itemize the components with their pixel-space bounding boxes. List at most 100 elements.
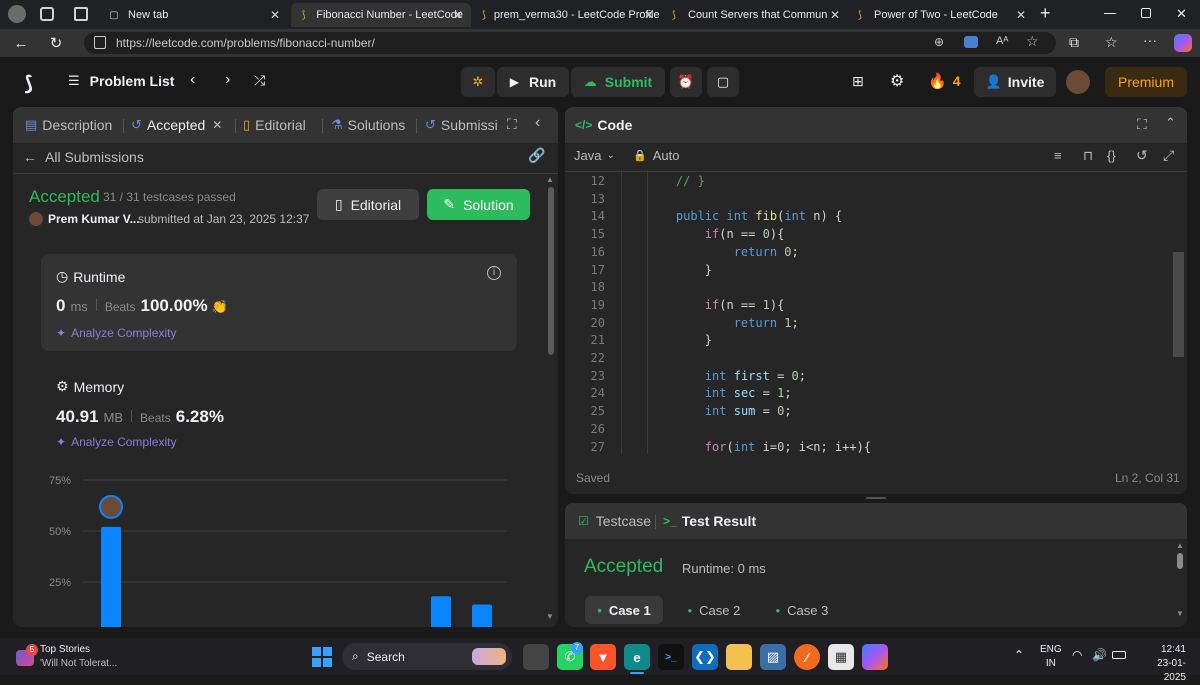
distribution-bar[interactable] bbox=[472, 604, 492, 627]
code-line[interactable]: 15 if(n == 0){ bbox=[565, 227, 1173, 245]
coupon-icon[interactable] bbox=[964, 36, 978, 48]
bookmark-icon[interactable]: ⊓ bbox=[1083, 148, 1093, 164]
leetcode-logo-icon[interactable]: ⟆ bbox=[24, 71, 33, 96]
auto-mode[interactable]: 🔒 Auto bbox=[633, 148, 679, 163]
tab-testcase[interactable]: ☑ Testcase bbox=[578, 513, 651, 529]
terminal-app-icon[interactable]: >_ bbox=[658, 644, 684, 670]
edge-icon[interactable]: e bbox=[624, 644, 650, 670]
debug-button[interactable]: ✲ bbox=[461, 67, 495, 97]
expand-editor-icon[interactable]: ⤢ bbox=[1163, 147, 1174, 164]
workspaces-icon[interactable] bbox=[40, 7, 54, 21]
favorites-icon[interactable]: ☆ bbox=[1105, 34, 1118, 51]
clock[interactable]: 12:41 23-01-2025 bbox=[1136, 643, 1186, 685]
tab-editorial[interactable]: ▯ Editorial bbox=[243, 117, 306, 133]
code-line[interactable]: 16 return 0; bbox=[565, 245, 1173, 263]
shuffle-icon[interactable]: ⤮ bbox=[254, 72, 265, 89]
timer-button[interactable]: ⏰ bbox=[670, 67, 702, 97]
tray-chevron-icon[interactable]: ⌃ bbox=[1014, 648, 1024, 662]
file-explorer-icon[interactable] bbox=[726, 644, 752, 670]
premium-button[interactable]: Premium bbox=[1105, 67, 1187, 97]
editorial-button[interactable]: ▯ Editorial bbox=[317, 189, 419, 220]
editor-scrollbar-thumb[interactable] bbox=[1173, 252, 1184, 357]
scroll-down-icon[interactable]: ▼ bbox=[546, 612, 554, 621]
case-1-button[interactable]: • Case 1 bbox=[585, 596, 663, 624]
battery-icon[interactable] bbox=[1112, 651, 1126, 659]
brave-icon[interactable]: ▼ bbox=[590, 644, 616, 670]
close-icon[interactable]: ✕ bbox=[270, 8, 280, 22]
volume-icon[interactable]: 🔊 bbox=[1092, 648, 1107, 662]
scroll-up-icon[interactable]: ▲ bbox=[1176, 541, 1184, 550]
site-info-icon[interactable] bbox=[94, 36, 106, 49]
result-scrollbar-thumb[interactable] bbox=[1177, 553, 1183, 569]
taskbar-search[interactable]: ⌕ Search bbox=[342, 643, 512, 670]
start-button[interactable] bbox=[312, 647, 332, 667]
copilot-app-icon[interactable] bbox=[862, 644, 888, 670]
more-icon[interactable]: ··· bbox=[1143, 32, 1157, 48]
info-icon[interactable]: i bbox=[487, 266, 501, 280]
tab-count-servers[interactable]: ⟆ Count Servers that Communicate ✕ bbox=[660, 3, 848, 27]
runtime-card[interactable]: ◷ Runtime i 0 ms Beats 100.00% 👏 ✦ Analy… bbox=[41, 254, 517, 351]
tab-submissions[interactable]: ↺ Submissi bbox=[425, 117, 498, 133]
code-tab[interactable]: </> Code bbox=[575, 117, 632, 133]
user-avatar[interactable] bbox=[1066, 70, 1090, 94]
left-scrollbar-thumb[interactable] bbox=[548, 187, 554, 355]
expand-icon[interactable]: ⛶ bbox=[507, 116, 517, 133]
language-select[interactable]: Java ⌄ bbox=[574, 148, 615, 163]
fullscreen-icon[interactable]: ⛶ bbox=[1137, 116, 1147, 133]
solution-button[interactable]: ✎ Solution bbox=[427, 189, 530, 220]
tab-accepted[interactable]: ↺ Accepted ✕ bbox=[131, 117, 222, 133]
close-icon[interactable]: ✕ bbox=[830, 8, 840, 22]
vscode-icon[interactable]: ❮❯ bbox=[692, 644, 718, 670]
profile-avatar[interactable] bbox=[8, 5, 26, 23]
distribution-bar[interactable] bbox=[431, 596, 451, 627]
code-line[interactable]: 23 int first = 0; bbox=[565, 369, 1173, 387]
tab-power-of-two[interactable]: ⟆ Power of Two - LeetCode ✕ bbox=[846, 3, 1034, 27]
submitter-name[interactable]: Prem Kumar V... bbox=[48, 212, 140, 226]
code-line[interactable]: 26 bbox=[565, 422, 1173, 440]
submit-button[interactable]: ☁ Submit bbox=[571, 67, 665, 97]
reset-icon[interactable]: ↺ bbox=[1136, 147, 1148, 164]
url-field[interactable]: https://leetcode.com/problems/fibonacci-… bbox=[84, 32, 1056, 54]
collapse-icon[interactable]: ‹ bbox=[535, 114, 540, 132]
share-link-icon[interactable]: 🔗 bbox=[528, 147, 545, 164]
read-aloud-icon[interactable]: Aᴬ bbox=[996, 35, 1008, 47]
code-line[interactable]: 27 for(int i=0; i<n; i++){ bbox=[565, 440, 1173, 455]
code-line[interactable]: 19 if(n == 1){ bbox=[565, 298, 1173, 316]
tab-description[interactable]: ▤ Description bbox=[25, 117, 112, 133]
runtime-analyze-complexity[interactable]: ✦ Analyze Complexity bbox=[56, 326, 176, 340]
task-view-icon[interactable] bbox=[523, 644, 549, 670]
case-2-button[interactable]: • Case 2 bbox=[675, 596, 753, 624]
layout-icon[interactable]: ⊞ bbox=[852, 73, 864, 90]
all-submissions-link[interactable]: ← All Submissions bbox=[23, 149, 144, 165]
scroll-up-icon[interactable]: ▲ bbox=[546, 175, 554, 184]
scroll-down-icon[interactable]: ▼ bbox=[1176, 609, 1184, 618]
distribution-bar[interactable] bbox=[101, 526, 121, 627]
close-icon[interactable]: ✕ bbox=[453, 8, 463, 22]
code-line[interactable]: 22 bbox=[565, 351, 1173, 369]
next-problem-icon[interactable]: › bbox=[225, 71, 230, 89]
tab-solutions[interactable]: ⚗ Solutions bbox=[331, 117, 405, 133]
news-widget[interactable]: 5 Top Stories 'Will Not Tolerat... bbox=[14, 642, 154, 672]
tab-fibonacci[interactable]: ⟆ Fibonacci Number - LeetCode ✕ bbox=[291, 3, 471, 27]
notes-button[interactable]: ▢ bbox=[707, 67, 739, 97]
new-tab-button[interactable]: + bbox=[1040, 3, 1051, 24]
window-close-icon[interactable]: ✕ bbox=[1176, 6, 1187, 22]
code-line[interactable]: 12 // } bbox=[565, 174, 1173, 192]
code-line[interactable]: 18 bbox=[565, 280, 1173, 298]
extensions-icon[interactable]: ⧉ bbox=[1069, 34, 1079, 51]
settings-icon[interactable]: ⚙ bbox=[890, 71, 904, 91]
code-line[interactable]: 25 int sum = 0; bbox=[565, 404, 1173, 422]
panel-resize-handle[interactable] bbox=[866, 497, 886, 499]
refresh-icon[interactable]: ↻ bbox=[45, 33, 67, 53]
code-line[interactable]: 17 } bbox=[565, 263, 1173, 281]
store-icon[interactable]: ▦ bbox=[828, 644, 854, 670]
streak-counter[interactable]: 🔥 4 bbox=[928, 72, 960, 90]
close-icon[interactable]: ✕ bbox=[644, 8, 654, 22]
favorite-icon[interactable]: ☆ bbox=[1026, 33, 1039, 50]
maximize-icon[interactable] bbox=[1141, 8, 1151, 18]
close-icon[interactable]: ✕ bbox=[1016, 8, 1026, 22]
orange-app-icon[interactable]: ∕ bbox=[794, 644, 820, 670]
minimize-icon[interactable] bbox=[1104, 13, 1116, 14]
code-line[interactable]: 20 return 1; bbox=[565, 316, 1173, 334]
code-editor[interactable]: 12 // } 13 14 public int fib(int n) {15 if… bbox=[565, 170, 1173, 454]
